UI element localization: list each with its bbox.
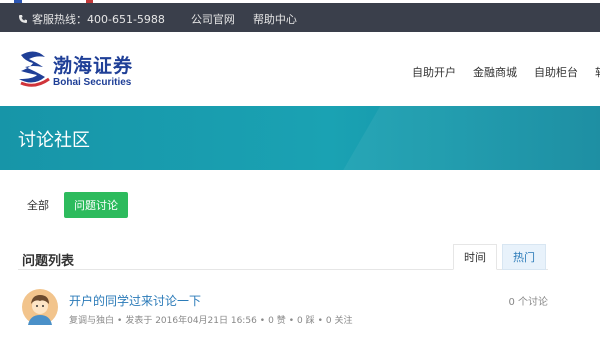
main-nav: 自助开户 金融商城 自助柜台 软件 [412,64,600,80]
hotline-text: 客服热线：400-651-5988 [32,13,165,26]
edge-mark [86,0,93,3]
post-follows: 0 关注 [325,316,353,326]
page-banner: 讨论社区 [0,106,600,170]
post-likes: 0 赞 [268,316,286,326]
filter-questions-button[interactable]: 问题讨论 [64,192,128,218]
nav-item-finance-mall[interactable]: 金融商城 [473,64,517,80]
post-title-link[interactable]: 开户的同学过来讨论一下 [69,292,201,309]
banner-decoration [316,106,600,170]
nav-item-software[interactable]: 软件 [595,64,600,80]
filter-all-button[interactable]: 全部 [18,193,58,217]
question-list-title: 问题列表 [22,254,75,269]
phone-icon [19,15,27,23]
link-help-center[interactable]: 帮助中心 [253,11,297,27]
tab-hot[interactable]: 热门 [502,244,546,270]
avatar[interactable] [22,289,58,325]
edge-mark [14,0,22,3]
browser-edge-strip [0,0,600,3]
post-date: 发表于 2016年04月21日 16:56 [125,316,257,326]
top-bar: 客服热线：400-651-5988 公司官网 帮助中心 [0,0,600,32]
nav-item-self-service-counter[interactable]: 自助柜台 [534,64,578,80]
tab-time[interactable]: 时间 [453,244,497,270]
question-list-header: 问题列表 时间 热门 [18,244,548,270]
bohai-emblem-icon [19,51,50,87]
logo-chinese-name: 渤海证券 [53,55,134,77]
logo-english-name: Bohai Securities [53,77,132,88]
nav-item-open-account[interactable]: 自助开户 [412,64,456,80]
post-meta: 复调与独白 • 发表于 2016年04月21日 16:56 • 0 赞 • 0 踩 • 0 关注 [69,316,353,326]
link-company-site[interactable]: 公司官网 [191,11,235,27]
post-dislikes: 0 踩 [297,316,315,326]
bohai-logo[interactable]: 渤海证券 Bohai Securities [17,49,147,93]
page-title: 讨论社区 [18,130,90,151]
post-author-link[interactable]: 复调与独白 [69,316,114,326]
discussion-count: 0 个讨论 [508,297,548,308]
site-header: 渤海证券 Bohai Securities 自助开户 金融商城 自助柜台 软件 [0,32,600,106]
list-item: 开户的同学过来讨论一下 复调与独白 • 发表于 2016年04月21日 16:56 •… [18,283,548,343]
category-filters: 全部 问题讨论 [18,192,128,218]
